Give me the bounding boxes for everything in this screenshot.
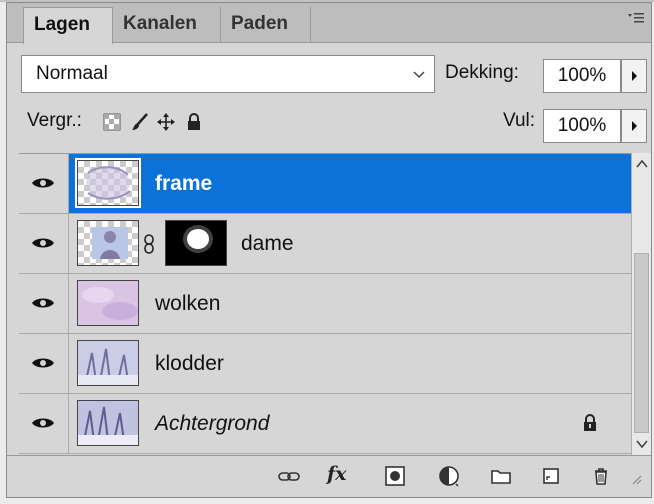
blend-mode-select[interactable]: Normaal	[21, 55, 435, 93]
group-folder-icon[interactable]	[489, 464, 513, 488]
opacity-label: Dekking:	[445, 62, 519, 83]
link-layers-icon[interactable]	[277, 464, 301, 488]
layer-name[interactable]: dame	[241, 214, 294, 273]
eye-icon	[32, 178, 54, 188]
delete-layer-icon[interactable]	[589, 464, 613, 488]
chevron-down-icon	[412, 56, 426, 106]
layer-thumbnail	[75, 158, 141, 208]
layer-list: frame dame wolken klodder Achtergrond	[19, 153, 631, 455]
visibility-toggle[interactable]	[19, 274, 69, 333]
tab-lagen[interactable]: Lagen	[23, 7, 113, 44]
layer-name[interactable]: frame	[155, 154, 212, 213]
layer-mask-thumbnail[interactable]	[165, 220, 227, 266]
layer-row-wolken[interactable]: wolken	[19, 274, 631, 334]
opacity-input[interactable]: 100%	[543, 59, 621, 93]
layer-row-frame[interactable]: frame	[19, 154, 631, 214]
layer-thumbnail	[77, 220, 139, 266]
panel-menu-icon[interactable]	[627, 9, 645, 27]
layer-thumbnail	[77, 280, 139, 326]
eye-icon	[32, 358, 54, 368]
lock-transparent-pixels-icon[interactable]	[103, 113, 121, 131]
layer-list-scrollbar[interactable]	[631, 153, 651, 455]
layer-row-klodder[interactable]: klodder	[19, 334, 631, 394]
layers-toolbar: fx	[7, 455, 651, 497]
layer-mask-icon[interactable]	[383, 464, 407, 488]
eye-icon	[32, 298, 54, 308]
scroll-down-icon[interactable]	[632, 433, 651, 455]
scroll-thumb[interactable]	[634, 253, 649, 433]
lock-image-pixels-icon[interactable]	[131, 113, 149, 131]
scroll-up-icon[interactable]	[632, 153, 651, 175]
adjustment-layer-icon[interactable]	[437, 464, 461, 488]
visibility-toggle[interactable]	[19, 394, 69, 453]
lock-icon	[582, 414, 598, 432]
layer-thumbnail	[77, 340, 139, 386]
layer-name[interactable]: wolken	[155, 274, 220, 333]
layer-name[interactable]: Achtergrond	[155, 394, 269, 453]
visibility-toggle[interactable]	[19, 214, 69, 273]
layer-style-icon[interactable]: fx	[327, 460, 347, 488]
tab-paden[interactable]: Paden	[221, 7, 311, 43]
tab-bar: Lagen Kanalen Paden	[7, 3, 651, 44]
layer-name[interactable]: klodder	[155, 334, 224, 393]
lock-position-icon[interactable]	[157, 113, 175, 131]
layer-row-dame[interactable]: dame	[19, 214, 631, 274]
resize-grip-icon[interactable]	[627, 464, 643, 488]
fill-label: Vul:	[503, 110, 536, 131]
eye-icon	[32, 418, 54, 428]
new-layer-icon[interactable]	[539, 464, 563, 488]
mask-link-icon[interactable]	[143, 234, 155, 254]
fill-slider-button[interactable]	[621, 109, 647, 143]
layers-panel: Lagen Kanalen Paden Normaal Dekking: 100…	[6, 2, 652, 498]
visibility-toggle[interactable]	[19, 154, 69, 213]
opacity-slider-button[interactable]	[621, 59, 647, 93]
blend-mode-value: Normaal	[36, 63, 108, 84]
tab-kanalen[interactable]: Kanalen	[113, 7, 221, 43]
layer-thumbnail	[77, 400, 139, 446]
eye-icon	[32, 238, 54, 248]
lock-all-icon[interactable]	[185, 113, 203, 131]
layer-row-achtergrond[interactable]: Achtergrond	[19, 394, 631, 454]
lock-label: Vergr.:	[27, 110, 82, 131]
visibility-toggle[interactable]	[19, 334, 69, 393]
fill-input[interactable]: 100%	[543, 109, 621, 143]
